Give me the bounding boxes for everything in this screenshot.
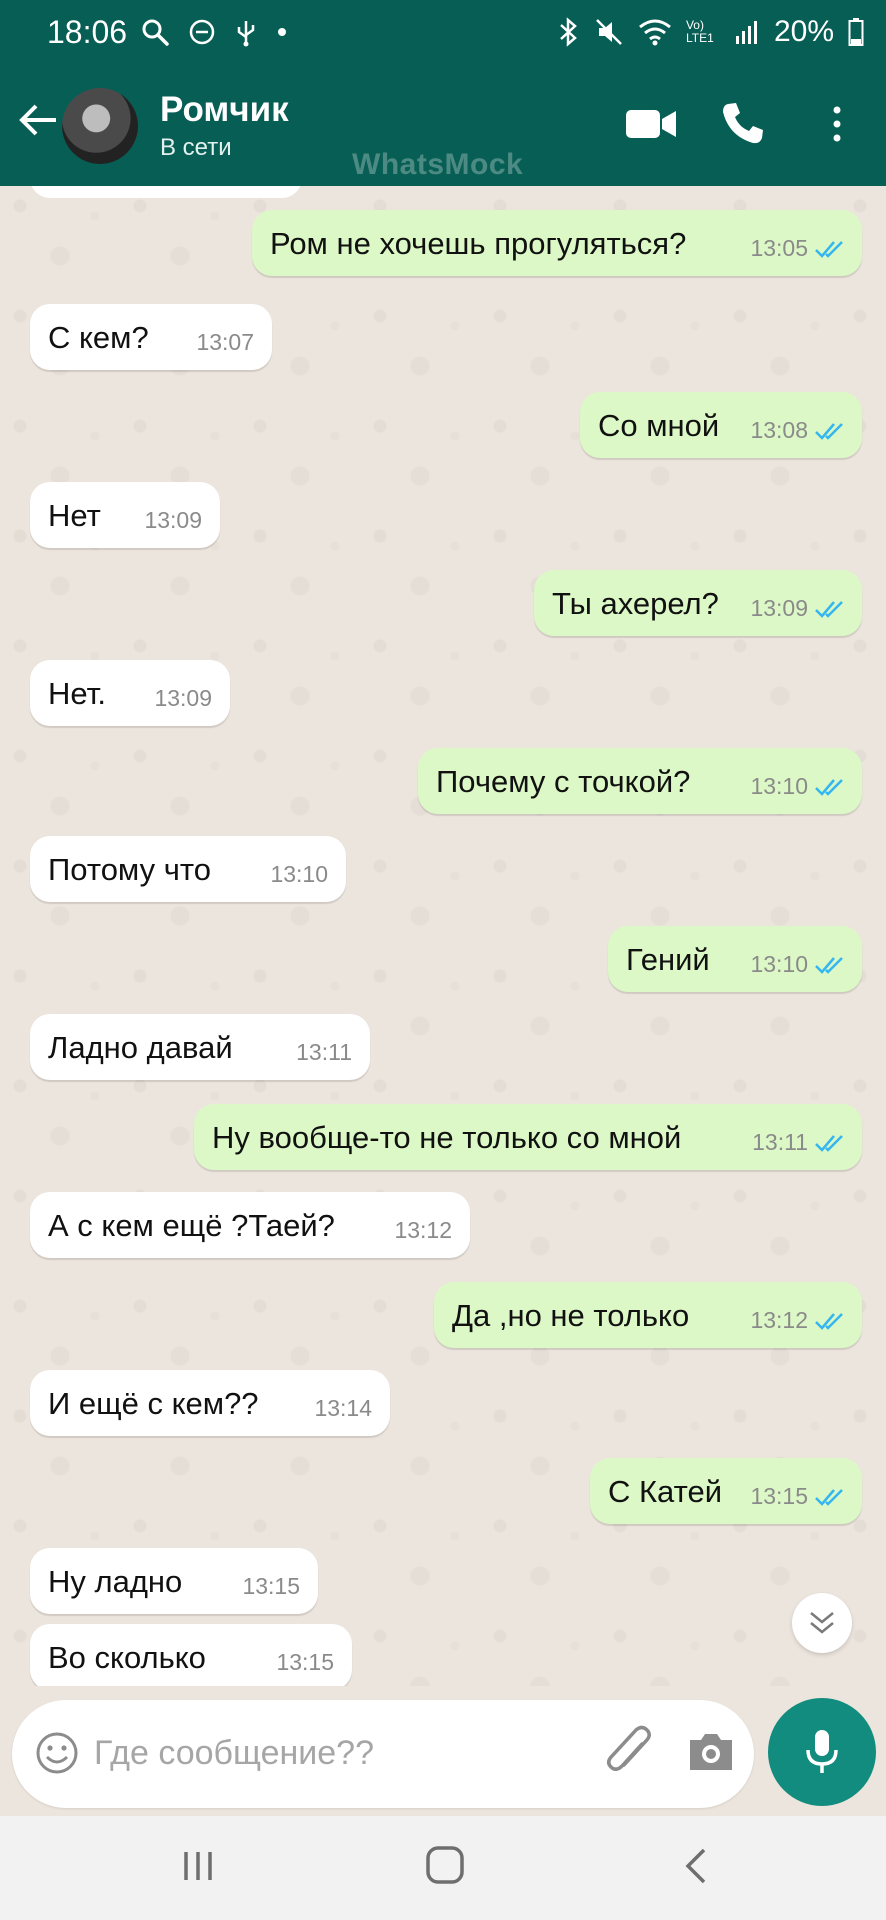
emoji-icon[interactable] (34, 1730, 80, 1776)
message-text: Ну вообще-то не только со мной (212, 1120, 682, 1155)
message-text: А с кем ещё ?Таей? (48, 1208, 335, 1243)
message-text: Ну ладно (48, 1564, 183, 1599)
read-ticks-icon (815, 1135, 843, 1152)
mute-icon (594, 17, 624, 47)
message-text: И ещё с кем?? (48, 1386, 259, 1421)
message-time: 13:12 (394, 1217, 452, 1243)
message-bubble-outgoing[interactable]: Гений 13:10 (608, 926, 862, 992)
message-text: С кем? (48, 320, 149, 355)
message-time: 13:07 (196, 329, 254, 355)
message-bubble-outgoing[interactable]: Ты ахерел? 13:09 (534, 570, 862, 636)
message-bubble-incoming[interactable]: Нет 13:09 (30, 482, 220, 548)
message-bubble-incoming[interactable]: Ну ладно 13:15 (30, 1548, 318, 1614)
wifi-icon (638, 18, 672, 46)
message-time: 13:11 (296, 1039, 352, 1065)
back-icon[interactable] (680, 1844, 710, 1888)
message-bubble-incoming[interactable]: Ладно давай 13:11 (30, 1014, 370, 1080)
message-text: Ладно давай (48, 1030, 233, 1065)
status-left-icons (140, 14, 288, 50)
message-time: 13:14 (314, 1395, 372, 1421)
message-time: 13:15 (750, 1483, 808, 1509)
message-text: Ты ахерел? (552, 586, 719, 621)
battery-level: 20% (773, 15, 834, 48)
battery-icon (848, 17, 864, 47)
network-label: Vo) LTE1 (685, 18, 714, 45)
message-text: Почему с точкой? (436, 764, 691, 799)
message-time: 13:12 (750, 1307, 808, 1333)
message-time: 13:10 (270, 861, 328, 887)
message-text: Да ,но не только (452, 1298, 690, 1333)
message-time: 13:10 (750, 951, 808, 977)
read-ticks-icon (815, 1313, 843, 1330)
message-text: Со мной (598, 408, 720, 443)
message-bubble-incoming[interactable]: И ещё с кем?? 13:14 (30, 1370, 390, 1436)
message-time: 13:11 (752, 1129, 808, 1155)
home-icon[interactable] (424, 1842, 466, 1888)
microphone-button[interactable] (768, 1698, 876, 1806)
message-bubble-incoming[interactable]: Во сколько 13:15 (30, 1624, 352, 1686)
system-navigation-bar (0, 1816, 886, 1920)
contact-name[interactable]: Ромчик (160, 90, 289, 130)
chat-area[interactable]: Ром не хочешь прогуляться? 13:05 С кем? … (0, 186, 886, 1686)
bluetooth-icon (556, 16, 580, 48)
status-time: 18:06 (47, 14, 128, 50)
message-text: Во сколько (48, 1640, 206, 1675)
message-composer (12, 1700, 754, 1808)
message-time: 13:09 (154, 685, 212, 711)
message-text: Нет (48, 498, 101, 533)
usb-icon (234, 17, 258, 47)
back-arrow-icon[interactable] (16, 98, 60, 142)
message-bubble-incoming[interactable]: С кем? 13:07 (30, 304, 272, 370)
read-ticks-icon (815, 241, 843, 258)
message-time: 13:09 (750, 595, 808, 621)
microphone-icon (806, 1730, 838, 1773)
message-time: 13:15 (276, 1649, 334, 1675)
message-time: 13:08 (750, 417, 808, 443)
read-ticks-icon (815, 957, 843, 974)
partial-message-bubble (30, 186, 302, 198)
message-time: 13:10 (750, 773, 808, 799)
message-text: С Катей (608, 1474, 723, 1509)
more-options-icon[interactable] (830, 104, 844, 144)
message-bubble-incoming[interactable]: А с кем ещё ?Таей? 13:12 (30, 1192, 470, 1258)
message-bubble-outgoing[interactable]: Ну вообще-то не только со мной 13:11 (194, 1104, 862, 1170)
message-bubble-outgoing[interactable]: Со мной 13:08 (580, 392, 862, 458)
double-chevron-down-icon (810, 1612, 834, 1634)
message-time: 13:05 (750, 235, 808, 261)
message-input[interactable] (94, 1728, 474, 1778)
camera-icon[interactable] (686, 1730, 736, 1774)
message-time: 13:09 (144, 507, 202, 533)
contact-status: В сети (160, 134, 232, 161)
watermark: WhatsMock (352, 148, 524, 181)
chat-header: Ромчик В сети WhatsMock (0, 76, 886, 186)
video-call-icon[interactable] (624, 106, 678, 142)
message-text: Потому что (48, 852, 211, 887)
message-bubble-incoming[interactable]: Нет. 13:09 (30, 660, 230, 726)
signal-icon (734, 18, 760, 46)
avatar[interactable] (62, 88, 138, 164)
phone-call-icon[interactable] (720, 100, 766, 146)
notification-dot-icon (276, 26, 288, 38)
read-ticks-icon (815, 423, 843, 440)
message-text: Нет. (48, 676, 106, 711)
read-ticks-icon (815, 779, 843, 796)
message-bubble-outgoing[interactable]: Почему с точкой? 13:10 (418, 748, 862, 814)
status-right-icons: Vo) LTE1 20% (556, 14, 864, 50)
message-text: Гений (626, 942, 710, 977)
top-bar: 18:06 Vo) LTE1 20% Ромчик В сети WhatsMo… (0, 0, 886, 186)
message-time: 13:15 (242, 1573, 300, 1599)
message-bubble-outgoing[interactable]: Да ,но не только 13:12 (434, 1282, 862, 1348)
message-bubble-outgoing[interactable]: Ром не хочешь прогуляться? 13:05 (252, 210, 862, 276)
status-bar: 18:06 Vo) LTE1 20% (0, 0, 886, 64)
message-bubble-outgoing[interactable]: С Катей 13:15 (590, 1458, 862, 1524)
scroll-to-bottom-button[interactable] (792, 1593, 852, 1653)
message-text: Ром не хочешь прогуляться? (270, 226, 687, 261)
search-icon (140, 17, 170, 47)
read-ticks-icon (815, 1489, 843, 1506)
message-bubble-incoming[interactable]: Потому что 13:10 (30, 836, 346, 902)
recent-apps-icon[interactable] (178, 1846, 218, 1886)
paperclip-icon[interactable] (604, 1724, 658, 1782)
do-not-disturb-icon (188, 18, 216, 46)
read-ticks-icon (815, 601, 843, 618)
